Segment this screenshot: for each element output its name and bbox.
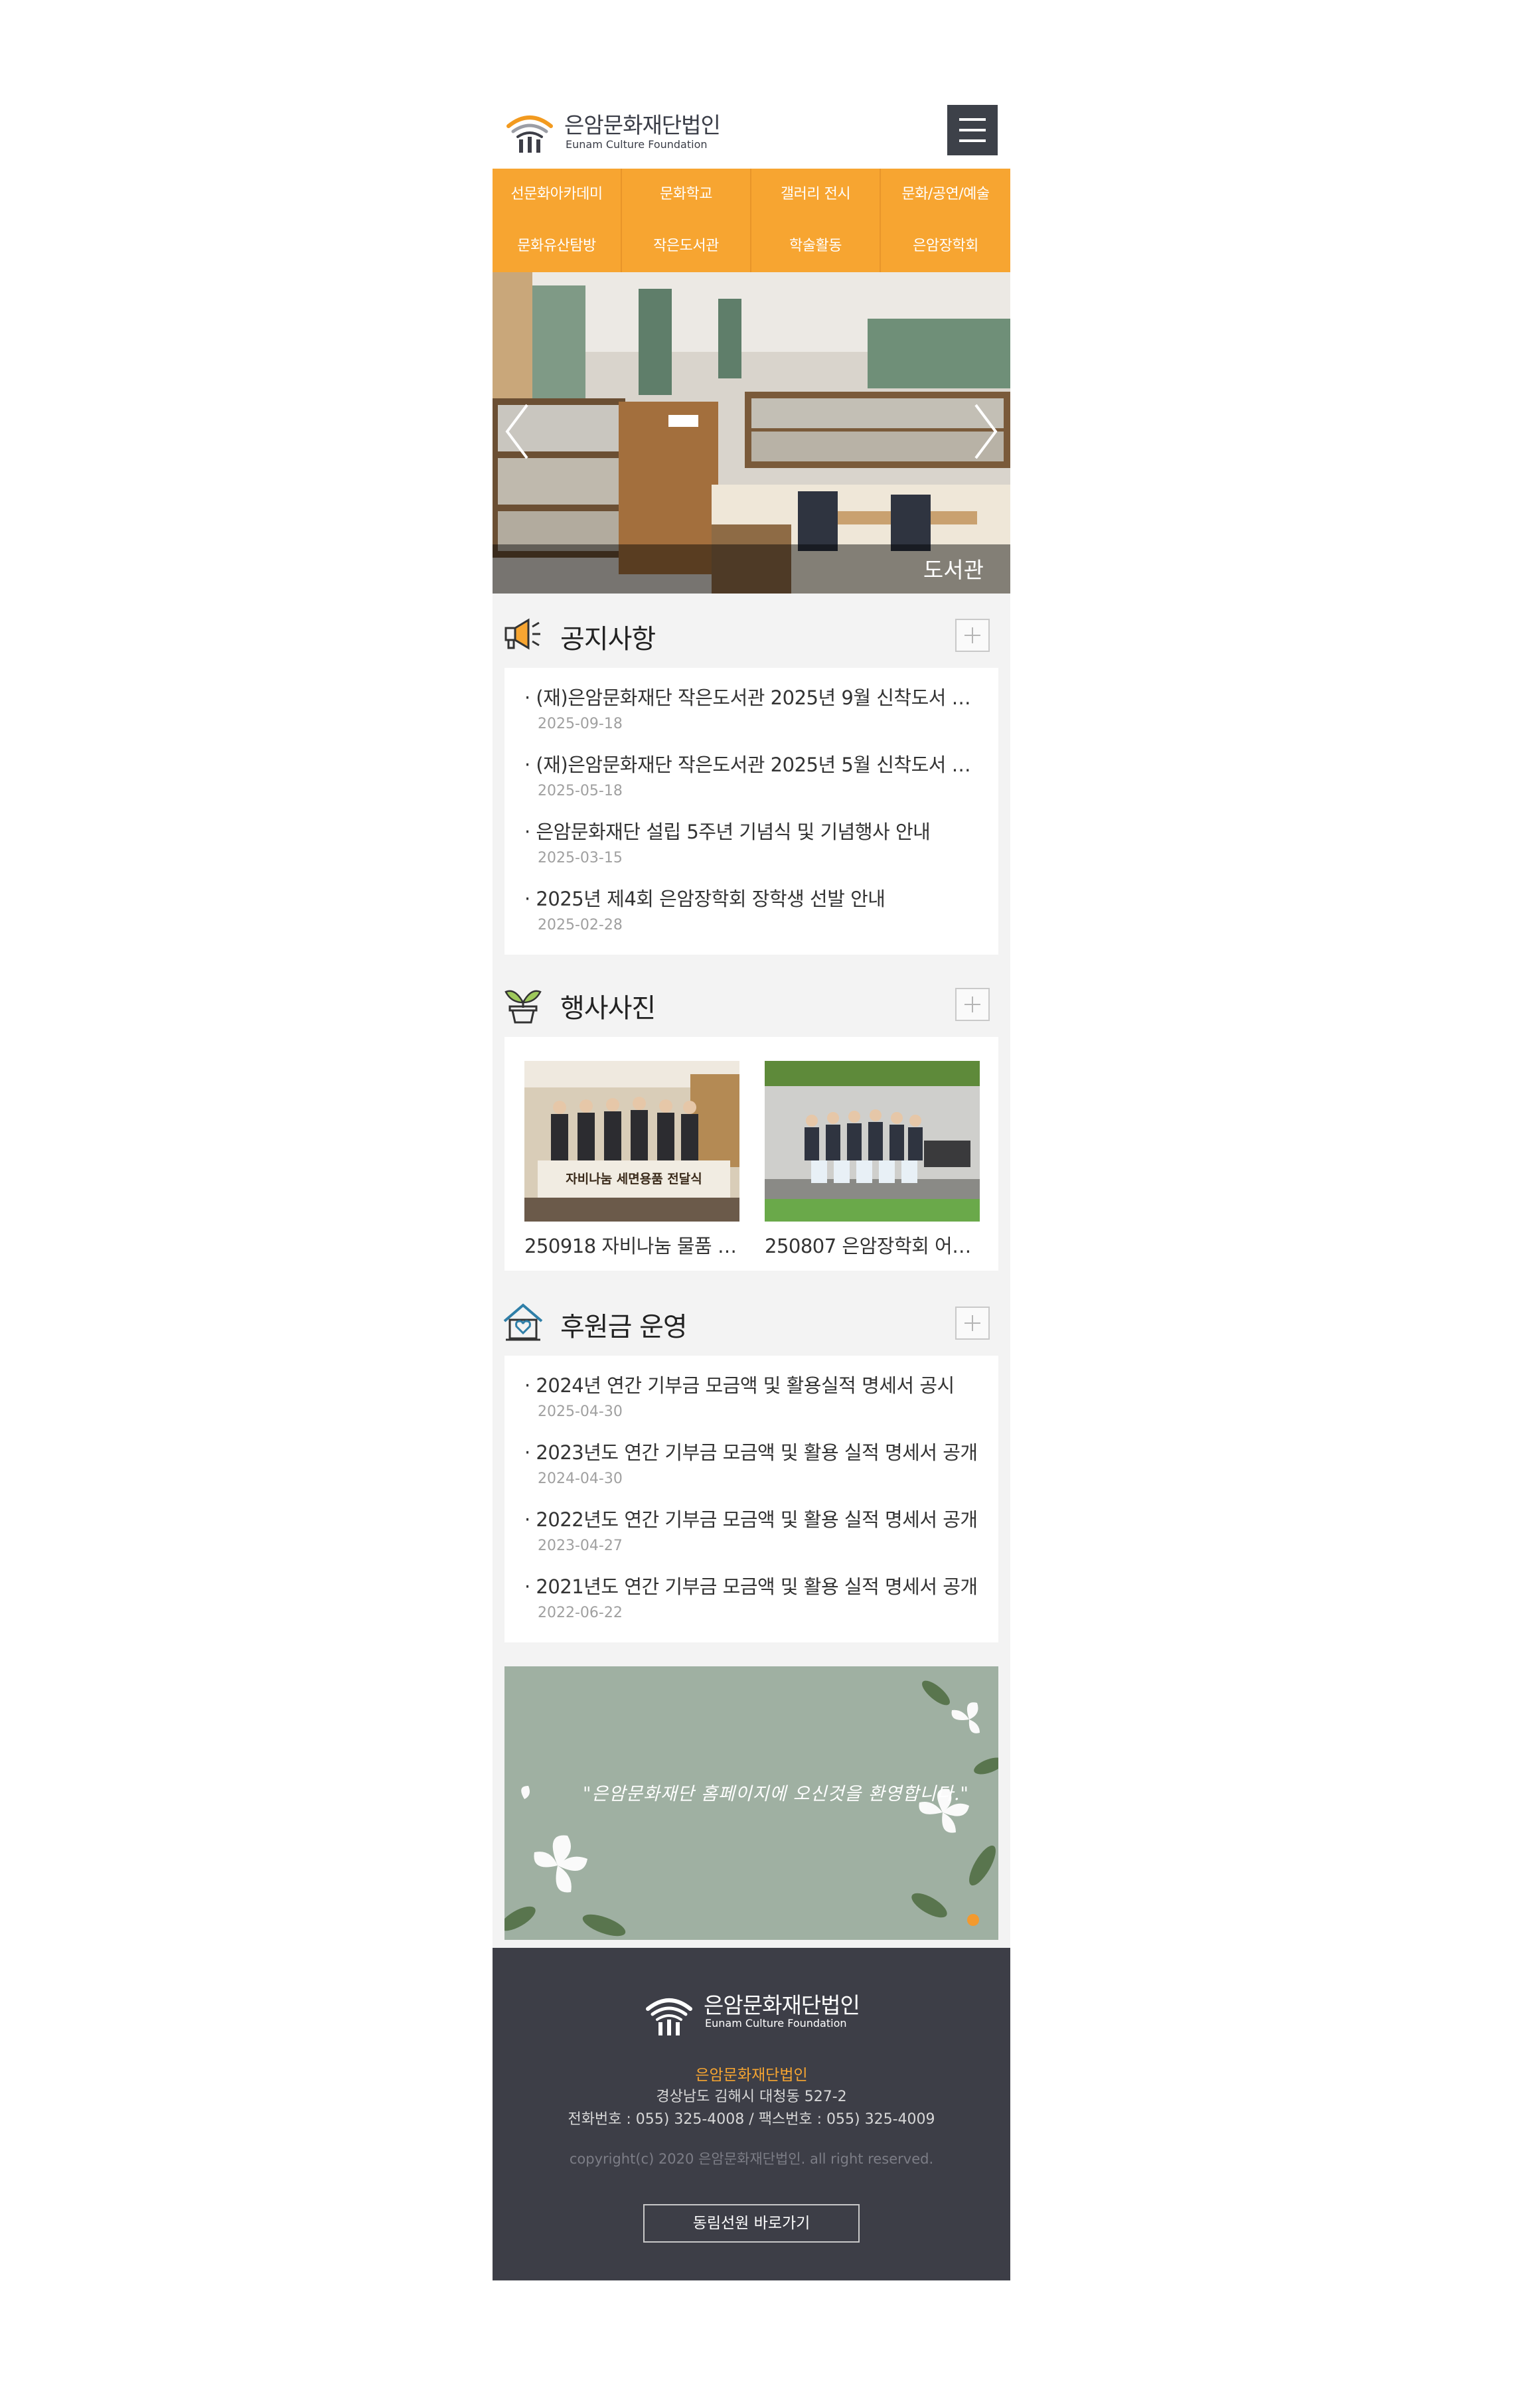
- mobile-page: 은암문화재단법인 Eunam Culture Foundation 선문화아카데…: [493, 89, 1010, 2280]
- post-title: · 2021년도 연간 기부금 모금액 및 활용 실적 명세서 공개: [524, 1575, 978, 1598]
- nav-item-library[interactable]: 작은도서관: [622, 220, 751, 272]
- list-item[interactable]: · (재)은암문화재단 작은도서관 2025년 5월 신착도서 … 2025-0…: [524, 750, 982, 799]
- nav-item-scholarship[interactable]: 은암장학회: [881, 220, 1010, 272]
- list-item[interactable]: · 2023년도 연간 기부금 모금액 및 활용 실적 명세서 공개 2024-…: [524, 1437, 982, 1487]
- foundation-logo-icon: [646, 1998, 692, 2035]
- post-date: 2025-03-15: [538, 850, 623, 866]
- gallery-more-button[interactable]: [955, 988, 990, 1021]
- notice-more-button[interactable]: [955, 619, 990, 652]
- list-item[interactable]: · 은암문화재단 설립 5주년 기념식 및 기념행사 안내 2025-03-15: [524, 817, 982, 866]
- event-photo: [765, 1061, 980, 1222]
- megaphone-icon: [504, 618, 540, 650]
- post-date: 2025-04-30: [538, 1403, 623, 1420]
- foundation-logo-icon: [506, 116, 553, 153]
- logo-title: 은암문화재단법인: [564, 112, 721, 138]
- house-heart-icon: [503, 1303, 543, 1341]
- post-date: 2023-04-27: [538, 1538, 623, 1554]
- post-date: 2022-06-22: [538, 1605, 623, 1621]
- footer-org-name: 은암문화재단법인: [695, 2067, 808, 2084]
- event-banner-text: 자비나눔 세면용품 전달식: [566, 1172, 702, 1186]
- footer-copyright: copyright(c) 2020 은암문화재단법인. all right re…: [569, 2151, 934, 2167]
- post-date: 2024-04-30: [538, 1471, 623, 1487]
- event-photo-image: [524, 1061, 739, 1222]
- post-title: · (재)은암문화재단 작은도서관 2025년 5월 신착도서 …: [524, 754, 971, 776]
- list-item[interactable]: · (재)은암문화재단 작은도서관 2025년 9월 신착도서 … 2025-0…: [524, 682, 982, 732]
- post-date: 2025-05-18: [538, 783, 623, 799]
- hamburger-line-icon: [959, 118, 986, 121]
- site-logo[interactable]: 은암문화재단법인 Eunam Culture Foundation: [503, 104, 742, 157]
- list-item[interactable]: · 2025년 제4회 은암장학회 장학생 선발 안내 2025-02-28: [524, 884, 982, 933]
- gallery-caption: 250807 은암장학회 어…: [765, 1235, 971, 1257]
- post-title: · 2025년 제4회 은암장학회 장학생 선발 안내: [524, 888, 886, 910]
- donation-section-header: 후원금 운영: [493, 1288, 1010, 1354]
- post-date: 2025-09-18: [538, 716, 623, 732]
- donation-title: 후원금 운영: [560, 1312, 688, 1342]
- logo-subtitle: Eunam Culture Foundation: [566, 138, 708, 151]
- slider-prev-arrow-icon[interactable]: [501, 398, 534, 465]
- post-title: · 은암문화재단 설립 5주년 기념식 및 기념행사 안내: [524, 821, 931, 843]
- nav-item-academy[interactable]: 선문화아카데미: [493, 169, 622, 220]
- post-title: · 2023년도 연간 기부금 모금액 및 활용 실적 명세서 공개: [524, 1441, 978, 1464]
- gallery-item[interactable]: 250807 은암장학회 어…: [765, 1061, 980, 1259]
- footer-logo: 은암문화재단법인 Eunam Culture Foundation: [643, 1986, 868, 2039]
- nav-item-heritage-tour[interactable]: 문화유산탐방: [493, 220, 622, 272]
- gallery-item[interactable]: 자비나눔 세면용품 전달식 250918 자비나눔 물품 …: [524, 1061, 739, 1259]
- site-footer: 은암문화재단법인 Eunam Culture Foundation 은암문화재단…: [493, 1948, 1010, 2280]
- list-item[interactable]: · 2021년도 연간 기부금 모금액 및 활용 실적 명세서 공개 2022-…: [524, 1571, 982, 1621]
- hero-slider[interactable]: 도서관: [493, 272, 1010, 594]
- gallery-section-header: 행사사진: [493, 969, 1010, 1036]
- hamburger-line-icon: [959, 129, 986, 131]
- event-photo: 자비나눔 세면용품 전달식: [524, 1061, 739, 1222]
- footer-address: 경상남도 김해시 대청동 527-2: [656, 2089, 847, 2105]
- gallery-title: 행사사진: [560, 993, 656, 1024]
- welcome-message: "은암문화재단 홈페이지에 오신것을 환영합니다.": [583, 1784, 969, 1804]
- post-title: · (재)은암문화재단 작은도서관 2025년 9월 신착도서 …: [524, 686, 971, 709]
- post-title: · 2024년 연간 기부금 모금액 및 활용실적 명세서 공시: [524, 1374, 955, 1397]
- footer-logo-title: 은암문화재단법인: [704, 1992, 860, 2018]
- post-date: 2025-02-28: [538, 917, 623, 933]
- post-title: · 2022년도 연간 기부금 모금액 및 활용 실적 명세서 공개: [524, 1508, 978, 1531]
- list-item[interactable]: · 2022년도 연간 기부금 모금액 및 활용 실적 명세서 공개 2023-…: [524, 1504, 982, 1554]
- hamburger-menu-button[interactable]: [947, 105, 998, 155]
- plant-pot-icon: [504, 990, 542, 1024]
- slide-caption: 도서관: [923, 557, 984, 583]
- list-item[interactable]: · 2024년 연간 기부금 모금액 및 활용실적 명세서 공시 2025-04…: [524, 1370, 982, 1420]
- notice-list: · (재)은암문화재단 작은도서관 2025년 9월 신착도서 … 2025-0…: [504, 668, 998, 955]
- dongrim-link-button[interactable]: 동림선원 바로가기: [643, 2204, 860, 2243]
- main-nav: 선문화아카데미 문화학교 갤러리 전시 문화/공연/예술 문화유산탐방 작은도서…: [493, 169, 1010, 272]
- nav-item-culture-school[interactable]: 문화학교: [622, 169, 751, 220]
- notice-section-header: 공지사항: [493, 600, 1010, 667]
- nav-item-performance[interactable]: 문화/공연/예술: [881, 169, 1010, 220]
- hamburger-line-icon: [959, 139, 986, 142]
- footer-contact: 전화번호 : 055) 325-4008 / 팩스번호 : 055) 325-4…: [568, 2111, 935, 2128]
- welcome-banner: "은암문화재단 홈페이지에 오신것을 환영합니다.": [504, 1666, 998, 1940]
- nav-item-gallery[interactable]: 갤러리 전시: [751, 169, 881, 220]
- donation-more-button[interactable]: [955, 1307, 990, 1340]
- gallery-caption: 250918 자비나눔 물품 …: [524, 1235, 737, 1257]
- footer-logo-subtitle: Eunam Culture Foundation: [705, 2017, 847, 2029]
- nav-item-academic[interactable]: 학술활동: [751, 220, 881, 272]
- slider-next-arrow-icon[interactable]: [969, 398, 1002, 465]
- notice-title: 공지사항: [560, 624, 656, 655]
- gallery-list: 자비나눔 세면용품 전달식 250918 자비나눔 물품 … 250807 은암…: [504, 1037, 998, 1271]
- site-header: 은암문화재단법인 Eunam Culture Foundation: [493, 89, 1010, 169]
- donation-list: · 2024년 연간 기부금 모금액 및 활용실적 명세서 공시 2025-04…: [504, 1356, 998, 1642]
- event-photo-image: [765, 1061, 980, 1222]
